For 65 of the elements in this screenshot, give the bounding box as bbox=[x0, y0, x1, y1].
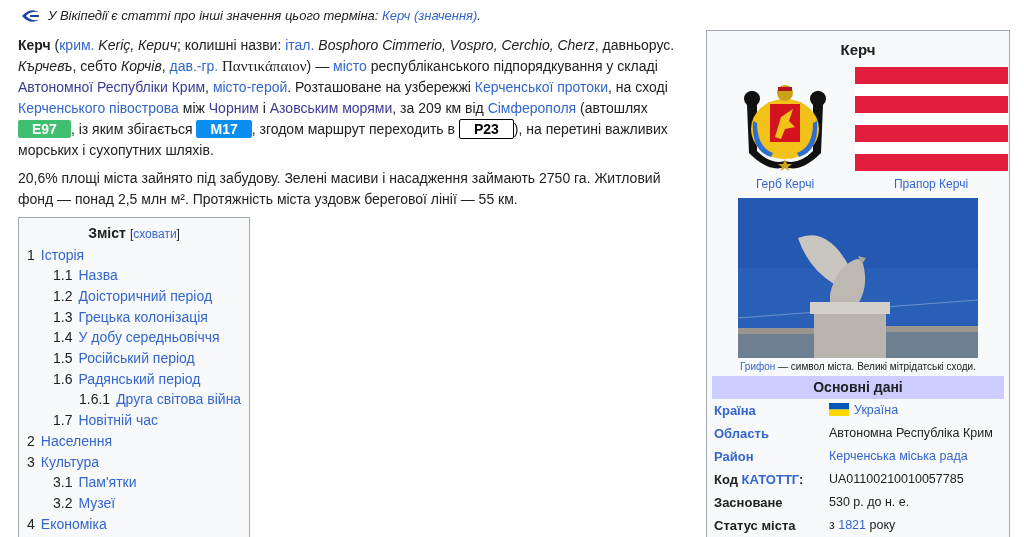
image-caption-link[interactable]: Прапор Керчі bbox=[893, 175, 969, 193]
toc-number: 1.6 bbox=[53, 369, 73, 389]
link[interactable]: 1821 bbox=[838, 518, 867, 532]
toc-number: 3.2 bbox=[53, 493, 73, 513]
toc-link[interactable]: Пам'ятки bbox=[78, 472, 137, 493]
link[interactable]: Керченська міська рада bbox=[829, 449, 968, 463]
link[interactable]: італ. bbox=[285, 36, 315, 53]
toc-link[interactable]: Населення bbox=[40, 430, 112, 452]
toc-number: 3 bbox=[27, 452, 35, 472]
infobox-section-header: Основні дані bbox=[712, 376, 1004, 399]
toc-number: 1.2 bbox=[53, 286, 73, 306]
toc-toggle[interactable]: [сховати] bbox=[129, 224, 180, 243]
link[interactable]: дав.-гр. bbox=[169, 57, 219, 74]
infobox-value: 530 р. до н. е. bbox=[829, 495, 910, 509]
link[interactable]: Чорним bbox=[208, 99, 259, 116]
hatnote-text: У Вікіпедії є статті про інші значення цього терміна: Керч (значення). bbox=[48, 7, 481, 25]
toc-number: 1.5 bbox=[53, 349, 73, 368]
disambiguation-icon bbox=[20, 8, 40, 23]
flag-icon bbox=[829, 403, 849, 416]
image-caption-link[interactable]: Герб Керчі bbox=[755, 175, 815, 193]
toc-number: 1.4 bbox=[53, 328, 73, 348]
toc-number: 1.1 bbox=[53, 266, 73, 286]
toc-number: 1.3 bbox=[53, 307, 73, 327]
toc-title: Зміст bbox=[88, 223, 126, 243]
infobox-label: Код КАТОТТГ: bbox=[714, 471, 805, 489]
road-number-sign: M17 bbox=[196, 119, 252, 138]
infobox-title: Керч bbox=[839, 39, 877, 60]
toc-link[interactable]: Друга світова війна bbox=[116, 389, 242, 411]
toc-link[interactable]: Новітній час bbox=[78, 410, 158, 431]
link[interactable]: Керченської протоки bbox=[474, 78, 609, 95]
article-paragraph: 20,6% площі міста зайнято під забудову. Зелені масиви і насадження займають 2750 га. Житловий фонд — понад 2,5 млн м². Протяжність міста уздовж берегової лінії — 55 км. bbox=[18, 168, 662, 209]
toc-number: 2 bbox=[27, 431, 35, 451]
toc-link[interactable]: У добу середньовіччя bbox=[78, 327, 220, 348]
link[interactable]: Область bbox=[714, 426, 769, 441]
toc-link[interactable]: Історія bbox=[40, 244, 85, 266]
link[interactable]: Країна bbox=[714, 403, 756, 418]
toc-number: 1.6.1 bbox=[79, 390, 111, 410]
toc-link[interactable]: Назва bbox=[78, 265, 118, 286]
toc-number: 1 bbox=[27, 245, 35, 265]
toc-number: 3.1 bbox=[53, 473, 73, 493]
link[interactable]: Сімферополя bbox=[487, 99, 577, 116]
infobox-label: Статус міста bbox=[714, 517, 797, 535]
infobox-value: UA01100210010057785 bbox=[829, 472, 964, 486]
link[interactable]: Район bbox=[714, 449, 754, 464]
toc-link[interactable]: Грецька колонізація bbox=[78, 306, 208, 328]
toc-link[interactable]: Російський період bbox=[78, 348, 195, 369]
toc-link[interactable]: Музеї bbox=[78, 492, 116, 514]
infobox-value: Автономна Республіка Крим bbox=[829, 426, 993, 440]
photo-caption: Грифон — символ міста. Великі мітрідатські сходи. bbox=[740, 361, 976, 372]
toc-link[interactable]: Доісторичний період bbox=[78, 285, 213, 307]
infobox-label: Засноване bbox=[714, 494, 784, 512]
road-number-sign: P23 bbox=[458, 118, 514, 139]
link[interactable]: місто bbox=[333, 57, 367, 74]
article-paragraph: Керч (крим. Keriç, Керич; колишні назви: італ. Bosphoro Cimmerio, Vospro, Cerchio, Cherz, давньорус. Кърчевъ, себто Корчів, дав.-гр. Παντικάπαιον) — місто республіканського підпорядкування у складі Автономної Республіки Крим, місто-герой. Розташоване на узбережжі Керченської протоки, на сході Керченського півострова між Чорним і Азовським морями, за 209 км від Сімферополя (автошлях E97 , із яким збігається M17 , згодом маршрут переходить в P23 ), на перетині важливих морських і сухопутних шляхів. bbox=[18, 35, 676, 160]
toc-link[interactable]: Економіка bbox=[40, 513, 107, 535]
link[interactable]: крим. bbox=[59, 36, 95, 53]
toc-number: 1.7 bbox=[53, 411, 73, 431]
toc-link[interactable]: Радянський період bbox=[78, 368, 201, 390]
link[interactable]: Грифон bbox=[740, 361, 776, 372]
link[interactable]: Україна bbox=[854, 403, 899, 417]
toc-number: 4 bbox=[27, 514, 35, 534]
road-number-sign: E97 bbox=[18, 119, 71, 138]
toc-link[interactable]: Культура bbox=[40, 451, 99, 473]
infobox-value: з 1821 року bbox=[829, 518, 896, 532]
link[interactable]: Керченського півострова bbox=[18, 99, 179, 116]
